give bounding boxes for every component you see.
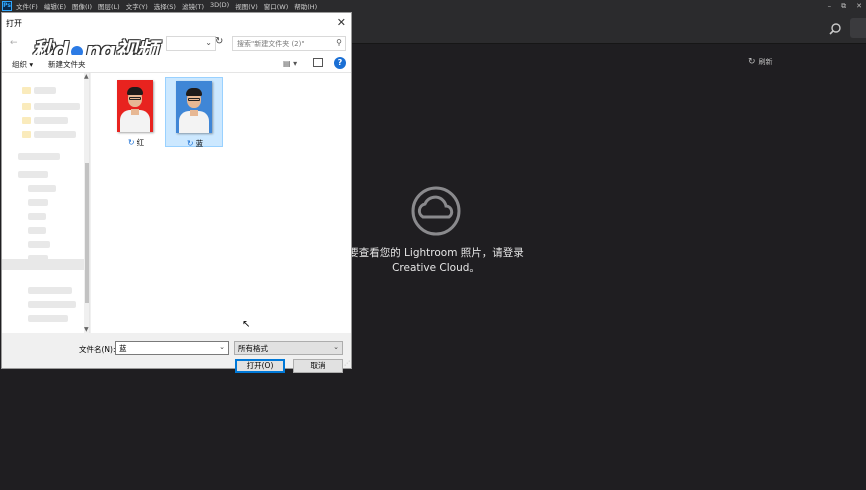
menu-filter[interactable]: 滤镜(T) bbox=[182, 1, 204, 11]
scroll-down-icon[interactable]: ▼ bbox=[84, 326, 89, 333]
refresh-label: 刷新 bbox=[758, 58, 773, 66]
organize-button[interactable]: 组织 ▾ bbox=[12, 59, 33, 70]
filename-input[interactable]: 蓝 ⌄ bbox=[115, 341, 229, 355]
chevron-down-icon[interactable]: ⌄ bbox=[205, 38, 212, 47]
sync-icon: ↻ bbox=[186, 139, 194, 148]
new-folder-button[interactable]: 新建文件夹 bbox=[48, 59, 86, 70]
file-list: ↻ 红 ↻ 蓝 bbox=[91, 73, 351, 333]
nav-tree-item[interactable] bbox=[28, 241, 50, 248]
nav-tree-item[interactable] bbox=[18, 171, 48, 178]
photo-thumbnail-blue bbox=[176, 81, 212, 133]
scrollbar-thumb[interactable] bbox=[85, 163, 89, 303]
cancel-button[interactable]: 取消 bbox=[293, 359, 343, 373]
search-icon[interactable] bbox=[828, 22, 842, 36]
close-button[interactable]: ✕ bbox=[856, 2, 862, 10]
window-controls: – ⧉ ✕ bbox=[828, 0, 862, 12]
file-name: 红 bbox=[136, 138, 145, 147]
restore-button[interactable]: ⧉ bbox=[841, 2, 846, 11]
file-name-label: ↻ 蓝 bbox=[166, 138, 224, 149]
dialog-title: 打开 bbox=[6, 18, 22, 28]
back-arrow-icon[interactable]: ← bbox=[10, 38, 18, 48]
nav-tree-item[interactable] bbox=[34, 87, 56, 94]
menubar: Ps 文件(F) 编辑(E) 图像(I) 图层(L) 文字(Y) 选择(S) 滤… bbox=[0, 0, 866, 12]
menu-layer[interactable]: 图层(L) bbox=[98, 1, 120, 11]
creative-cloud-icon bbox=[411, 186, 461, 236]
open-file-dialog: 打开 ✕ ← ⌄ ↻ 搜索"新建文件夹 (2)" ⚲ 秒d ng视频 组织 ▾ 新… bbox=[1, 12, 352, 373]
folder-icon bbox=[22, 103, 31, 110]
nav-tree-item[interactable] bbox=[28, 213, 46, 220]
menu-3d[interactable]: 3D(D) bbox=[210, 1, 229, 11]
filename-label: 文件名(N): bbox=[79, 345, 116, 354]
nav-scrollbar[interactable]: ▲ ▼ bbox=[84, 73, 89, 333]
folder-icon bbox=[22, 131, 31, 138]
navigation-pane: ▲ ▼ bbox=[2, 73, 90, 333]
refresh-icon: ↻ bbox=[748, 57, 756, 67]
nav-tree-item[interactable] bbox=[34, 103, 80, 110]
command-bar: 组织 ▾ 新建文件夹 ▤ ▾ ? bbox=[2, 55, 351, 73]
chevron-down-icon[interactable]: ⌄ bbox=[219, 343, 225, 351]
nav-tree-item[interactable] bbox=[28, 199, 48, 206]
mouse-cursor-icon: ↖ bbox=[242, 319, 251, 330]
panel-toggle-button[interactable] bbox=[850, 18, 866, 38]
photoshop-logo: Ps bbox=[2, 1, 12, 11]
menu-select[interactable]: 选择(S) bbox=[154, 1, 176, 11]
folder-icon bbox=[22, 117, 31, 124]
nav-tree-item[interactable] bbox=[28, 185, 56, 192]
menu-help[interactable]: 帮助(H) bbox=[294, 1, 317, 11]
view-options-icon[interactable]: ▤ ▾ bbox=[283, 59, 297, 68]
search-placeholder: 搜索"新建文件夹 (2)" bbox=[237, 40, 305, 48]
resize-grip-icon[interactable]: ⋰ bbox=[344, 360, 350, 367]
file-name: 蓝 bbox=[195, 139, 204, 148]
nav-tree-item[interactable] bbox=[28, 301, 76, 308]
nav-tree-item[interactable] bbox=[18, 153, 60, 160]
help-icon[interactable]: ? bbox=[334, 57, 346, 69]
filetype-value: 所有格式 bbox=[238, 344, 268, 353]
file-name-label: ↻ 红 bbox=[107, 137, 165, 148]
file-item-red[interactable]: ↻ 红 bbox=[107, 77, 165, 147]
refresh-folder-icon[interactable]: ↻ bbox=[215, 36, 223, 47]
dialog-footer: 文件名(N): 蓝 ⌄ 所有格式 ⌄ 打开(O) 取消 ⋰ bbox=[2, 333, 351, 373]
photo-thumbnail-red bbox=[117, 80, 153, 132]
menu-window[interactable]: 窗口(W) bbox=[264, 1, 289, 11]
search-input[interactable]: 搜索"新建文件夹 (2)" ⚲ bbox=[232, 36, 346, 51]
address-input[interactable]: ⌄ bbox=[166, 36, 216, 51]
menu-list: 文件(F) 编辑(E) 图像(I) 图层(L) 文字(Y) 选择(S) 滤镜(T… bbox=[16, 1, 323, 11]
dialog-close-button[interactable]: ✕ bbox=[337, 16, 346, 29]
nav-tree-item[interactable] bbox=[34, 117, 68, 124]
open-button[interactable]: 打开(O) bbox=[235, 359, 285, 373]
folder-icon bbox=[22, 87, 31, 94]
nav-tree-item[interactable] bbox=[34, 131, 76, 138]
nav-tree-item[interactable] bbox=[28, 287, 72, 294]
preview-pane-icon[interactable] bbox=[313, 58, 323, 67]
menu-file[interactable]: 文件(F) bbox=[16, 1, 38, 11]
menu-edit[interactable]: 编辑(E) bbox=[44, 1, 66, 11]
scroll-up-icon[interactable]: ▲ bbox=[84, 73, 89, 80]
menu-type[interactable]: 文字(Y) bbox=[126, 1, 148, 11]
refresh-button[interactable]: ↻ 刷新 bbox=[748, 57, 773, 67]
filetype-select[interactable]: 所有格式 ⌄ bbox=[234, 341, 343, 355]
nav-tree-item-selected[interactable] bbox=[2, 259, 88, 270]
chevron-down-icon[interactable]: ⌄ bbox=[333, 343, 339, 351]
search-icon: ⚲ bbox=[336, 38, 342, 47]
menu-view[interactable]: 视图(V) bbox=[235, 1, 258, 11]
nav-tree-item[interactable] bbox=[28, 227, 46, 234]
filename-value: 蓝 bbox=[119, 344, 127, 353]
sync-icon: ↻ bbox=[127, 138, 135, 147]
menu-image[interactable]: 图像(I) bbox=[72, 1, 92, 11]
nav-tree-item[interactable] bbox=[28, 315, 68, 322]
dialog-titlebar: 打开 ✕ bbox=[2, 13, 351, 33]
file-item-blue[interactable]: ↻ 蓝 bbox=[165, 77, 224, 149]
minimize-button[interactable]: – bbox=[828, 2, 832, 10]
